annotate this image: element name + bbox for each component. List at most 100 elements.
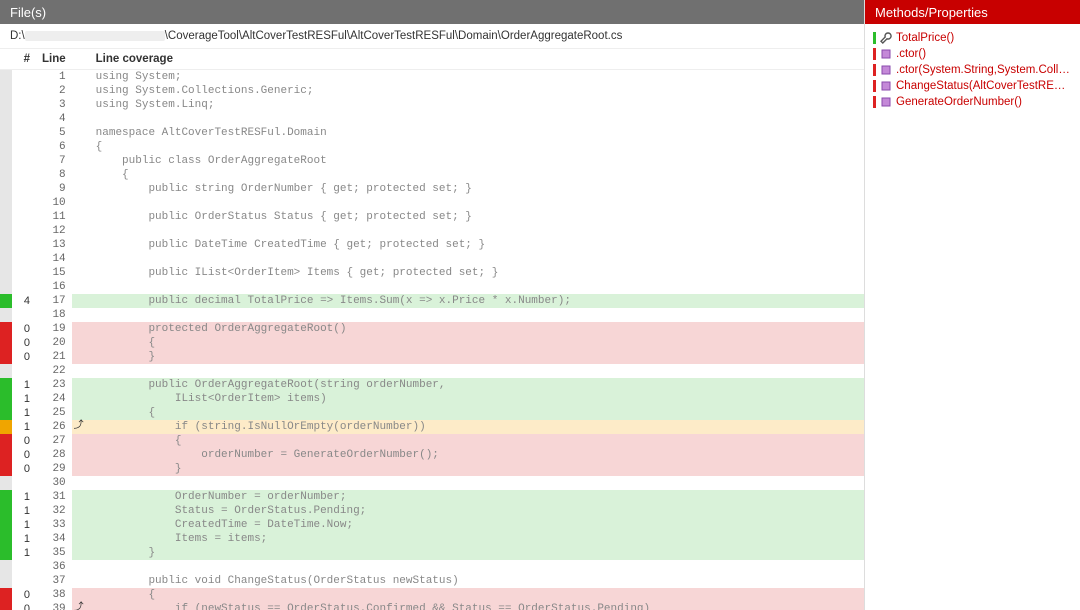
method-item[interactable]: TotalPrice() [869,30,1076,46]
code-row[interactable]: 14 [0,252,864,266]
hit-count: 1 [12,392,36,406]
code-row[interactable]: 3using System.Linq; [0,98,864,112]
line-number: 36 [36,560,72,574]
code-row[interactable]: 30 [0,476,864,490]
col-hits: # [12,49,36,70]
code-table: # Line Line coverage 1using System;2usin… [0,49,864,610]
source-line: Status = OrderStatus.Pending; [90,504,864,518]
coverage-gutter [0,518,12,532]
code-row[interactable]: 020 { [0,336,864,350]
method-item[interactable]: .ctor(System.String,System.Collections.G… [869,62,1076,78]
branch-indicator [72,210,90,224]
code-row[interactable]: 16 [0,280,864,294]
branch-indicator [72,140,90,154]
code-row[interactable]: 125 { [0,406,864,420]
code-row[interactable]: 36 [0,560,864,574]
branch-indicator [72,70,90,85]
code-row[interactable]: 417 public decimal TotalPrice => Items.S… [0,294,864,308]
code-row[interactable]: 4 [0,112,864,126]
code-row[interactable]: 8 { [0,168,864,182]
hit-count: 1 [12,490,36,504]
code-scroll[interactable]: # Line Line coverage 1using System;2usin… [0,49,864,610]
code-row[interactable]: 029 } [0,462,864,476]
hit-count: 0 [12,322,36,336]
source-line [90,560,864,574]
coverage-gutter [0,196,12,210]
method-icon [880,48,892,60]
line-number: 4 [36,112,72,126]
code-row[interactable]: 131 OrderNumber = orderNumber; [0,490,864,504]
code-row[interactable]: 15 public IList<OrderItem> Items { get; … [0,266,864,280]
code-row[interactable]: 133 CreatedTime = DateTime.Now; [0,518,864,532]
source-line [90,280,864,294]
files-titlebar: File(s) [0,0,864,24]
code-row[interactable]: 028 orderNumber = GenerateOrderNumber(); [0,448,864,462]
source-line: { [90,588,864,602]
code-row[interactable]: 126⤴ if (string.IsNullOrEmpty(orderNumbe… [0,420,864,434]
code-row[interactable]: 134 Items = items; [0,532,864,546]
code-row[interactable]: 22 [0,364,864,378]
code-row[interactable]: 37 public void ChangeStatus(OrderStatus … [0,574,864,588]
method-coverage-bar [873,96,876,108]
coverage-gutter [0,112,12,126]
source-line: { [90,406,864,420]
coverage-gutter [0,364,12,378]
source-line: public IList<OrderItem> Items { get; pro… [90,266,864,280]
coverage-gutter [0,238,12,252]
branch-indicator [72,112,90,126]
code-row[interactable]: 18 [0,308,864,322]
code-row[interactable]: 1using System; [0,70,864,85]
source-line [90,224,864,238]
line-number: 17 [36,294,72,308]
method-coverage-bar [873,48,876,60]
code-row[interactable]: 027 { [0,434,864,448]
source-line: orderNumber = GenerateOrderNumber(); [90,448,864,462]
code-row[interactable]: 038 { [0,588,864,602]
code-row[interactable]: 135 } [0,546,864,560]
line-number: 9 [36,182,72,196]
branch-indicator [72,294,90,308]
file-path: D:\\CoverageTool\AltCoverTestRESFul\AltC… [0,24,864,49]
code-row[interactable]: 039⤴ if (newStatus == OrderStatus.Confir… [0,602,864,610]
coverage-gutter [0,350,12,364]
code-row[interactable]: 019 protected OrderAggregateRoot() [0,322,864,336]
method-item[interactable]: GenerateOrderNumber() [869,94,1076,110]
line-number: 31 [36,490,72,504]
coverage-gutter [0,84,12,98]
coverage-gutter [0,70,12,85]
code-row[interactable]: 021 } [0,350,864,364]
code-row[interactable]: 123 public OrderAggregateRoot(string ord… [0,378,864,392]
code-row[interactable]: 6{ [0,140,864,154]
code-row[interactable]: 124 IList<OrderItem> items) [0,392,864,406]
coverage-gutter [0,140,12,154]
path-prefix: D:\ [10,30,25,42]
coverage-gutter [0,476,12,490]
source-line: public class OrderAggregateRoot [90,154,864,168]
hit-count [12,476,36,490]
hit-count [12,196,36,210]
line-number: 1 [36,70,72,85]
code-row[interactable]: 10 [0,196,864,210]
code-row[interactable]: 11 public OrderStatus Status { get; prot… [0,210,864,224]
method-item[interactable]: .ctor() [869,46,1076,62]
coverage-gutter [0,280,12,294]
method-icon [880,64,892,76]
wrench-icon [880,32,892,44]
source-line: { [90,140,864,154]
coverage-gutter [0,448,12,462]
code-row[interactable]: 5namespace AltCoverTestRESFul.Domain [0,126,864,140]
code-row[interactable]: 13 public DateTime CreatedTime { get; pr… [0,238,864,252]
method-coverage-bar [873,64,876,76]
branch-indicator [72,518,90,532]
hit-count [12,168,36,182]
code-row[interactable]: 2using System.Collections.Generic; [0,84,864,98]
source-line [90,308,864,322]
method-item[interactable]: ChangeStatus(AltCoverTestRESFul.Dom… [869,78,1076,94]
code-row[interactable]: 7 public class OrderAggregateRoot [0,154,864,168]
branch-indicator [72,462,90,476]
hit-count [12,182,36,196]
code-row[interactable]: 9 public string OrderNumber { get; prote… [0,182,864,196]
code-row[interactable]: 132 Status = OrderStatus.Pending; [0,504,864,518]
code-row[interactable]: 12 [0,224,864,238]
coverage-gutter [0,462,12,476]
